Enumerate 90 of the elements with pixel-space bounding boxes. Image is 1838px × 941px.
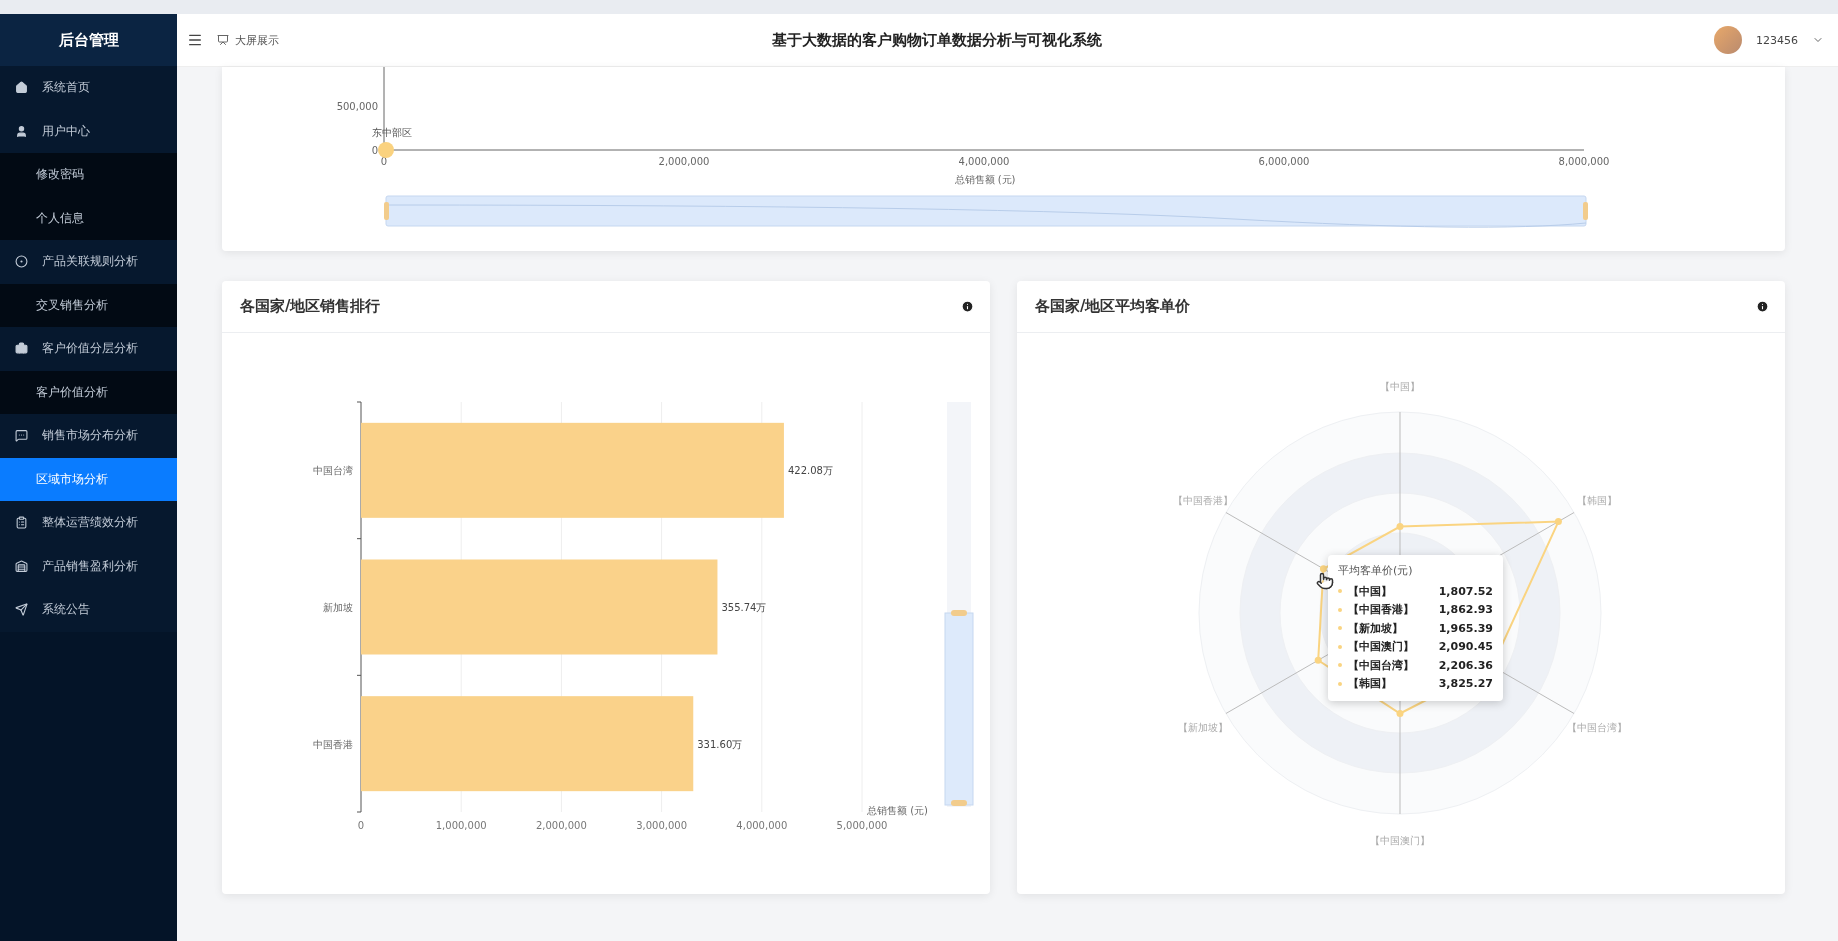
- tooltip-value: 1,862.93: [1438, 603, 1493, 617]
- zoom-slider[interactable]: [384, 195, 1588, 228]
- clipboard-icon: [15, 516, 28, 530]
- axis-label: 【中国澳门】: [1370, 835, 1430, 846]
- series-dot: [1338, 589, 1342, 594]
- sidebar-item[interactable]: 整体运营绩效分析: [0, 501, 177, 545]
- tooltip-title: 平均客单价(元): [1338, 563, 1414, 578]
- axis-tick-label: 4,000,000: [736, 820, 788, 831]
- sidebar-label: 系统首页: [42, 79, 90, 97]
- axis-tick-label: 0: [371, 145, 378, 156]
- data-point: [378, 142, 394, 158]
- tooltip-label: 【韩国】: [1348, 676, 1393, 692]
- axis-tick-label: 3,000,000: [636, 820, 688, 831]
- sidebar-label: 客户价值分层分析: [42, 340, 138, 358]
- axis-label: 【中国】: [1380, 381, 1420, 392]
- tooltip-value: 2,206.36: [1438, 658, 1493, 672]
- tooltip-label: 【新加坡】: [1348, 620, 1404, 636]
- axis-label: 【韩国】: [1576, 494, 1617, 506]
- category-label: 中国香港: [313, 738, 353, 750]
- data-label: 东中部区: [372, 127, 412, 138]
- sidebar-subitem[interactable]: 修改密码: [0, 153, 177, 197]
- sidebar-item[interactable]: 系统公告: [0, 588, 177, 632]
- sidebar-label: 用户中心: [42, 122, 90, 140]
- axis-tick-label: 2,000,000: [658, 156, 710, 167]
- category-label: 新加坡: [323, 602, 353, 613]
- category-label: 中国台湾: [313, 465, 353, 477]
- series-dot: [1338, 607, 1342, 612]
- axis-title: 总销售额 (元): [867, 805, 928, 816]
- axis-tick-label: 4,000,000: [958, 156, 1010, 167]
- axis-label: 【中国台湾】: [1566, 721, 1627, 733]
- axis-tick-label: 1,000,000: [435, 820, 487, 831]
- axis-title: 总销售额 (元): [954, 174, 1016, 185]
- series-dot: [1338, 644, 1342, 649]
- sidebar-label: 产品关联规则分析: [42, 253, 138, 271]
- chat-icon: [15, 429, 28, 443]
- tooltip-value: 1,807.52: [1438, 584, 1493, 598]
- sidebar-label: 整体运营绩效分析: [42, 514, 138, 532]
- axis-label: 【中国香港】: [1173, 494, 1234, 506]
- tooltip-label: 【中国澳门】: [1348, 639, 1415, 655]
- info-icon[interactable]: [1756, 300, 1769, 313]
- sidebar-label: 产品销售盈利分析: [42, 557, 138, 575]
- tooltip-value: 3,825.27: [1438, 677, 1493, 691]
- info-icon[interactable]: [961, 300, 974, 313]
- ring-icon: [15, 255, 28, 269]
- sidebar-subitem[interactable]: 区域市场分析: [0, 457, 177, 501]
- sidebar-item[interactable]: 产品关联规则分析: [0, 240, 177, 284]
- series-dot: [1338, 663, 1342, 668]
- axis-tick-label: 5,000,000: [836, 820, 888, 831]
- series-dot: [1338, 681, 1342, 686]
- send-icon: [15, 603, 28, 617]
- value-label: 422.08万: [787, 465, 833, 477]
- sidebar-item[interactable]: 产品销售盈利分析: [0, 544, 177, 588]
- zoom-slider[interactable]: [944, 402, 974, 807]
- sidebar-label: 销售市场分布分析: [42, 427, 138, 445]
- user-icon: [15, 124, 28, 138]
- avatar[interactable]: [1714, 26, 1742, 54]
- home-icon: [15, 81, 28, 95]
- sidebar-subitem[interactable]: 客户价值分析: [0, 370, 177, 414]
- screen-link[interactable]: 大屏展示: [217, 32, 279, 48]
- axis-tick-label: 500,000: [336, 101, 378, 112]
- sidebar-item[interactable]: 系统首页: [0, 66, 177, 110]
- screen-icon: [217, 34, 229, 46]
- page-title: 基于大数据的客户购物订单数据分析与可视化系统: [770, 30, 1103, 50]
- axis-tick-label: 0: [380, 156, 388, 167]
- sidebar-label: 系统公告: [42, 601, 90, 619]
- tooltip-value: 2,090.45: [1438, 640, 1493, 654]
- axis-tick-label: 8,000,000: [1558, 156, 1610, 167]
- card-title: 各国家/地区平均客单价: [1035, 297, 1191, 316]
- axis-tick-label: 0: [357, 820, 365, 831]
- building-icon: [15, 559, 28, 573]
- value-label: 331.60万: [697, 738, 743, 750]
- briefcase-icon: [15, 342, 28, 356]
- sidebar-subitem[interactable]: 交叉销售分析: [0, 283, 177, 327]
- axis-tick-label: 6,000,000: [1258, 156, 1310, 167]
- sidebar-subitem[interactable]: 个人信息: [0, 196, 177, 240]
- tooltip-value: 1,965.39: [1438, 621, 1493, 635]
- sidebar-title: 后台管理: [0, 14, 177, 66]
- axis-tick-label: 2,000,000: [535, 820, 587, 831]
- sidebar-item[interactable]: 客户价值分层分析: [0, 327, 177, 371]
- series-dot: [1338, 626, 1342, 631]
- card-title: 各国家/地区销售排行: [240, 297, 381, 316]
- sidebar-item[interactable]: 用户中心: [0, 109, 177, 153]
- tooltip-label: 【中国台湾】: [1348, 657, 1415, 673]
- value-label: 355.74万: [721, 602, 767, 613]
- tooltip-label: 【中国】: [1348, 583, 1393, 599]
- user-name[interactable]: 123456: [1756, 33, 1798, 47]
- menu-icon[interactable]: [187, 32, 203, 48]
- axis-label: 【新加坡】: [1178, 721, 1229, 733]
- sidebar-item[interactable]: 销售市场分布分析: [0, 414, 177, 458]
- tooltip-label: 【中国香港】: [1348, 602, 1415, 618]
